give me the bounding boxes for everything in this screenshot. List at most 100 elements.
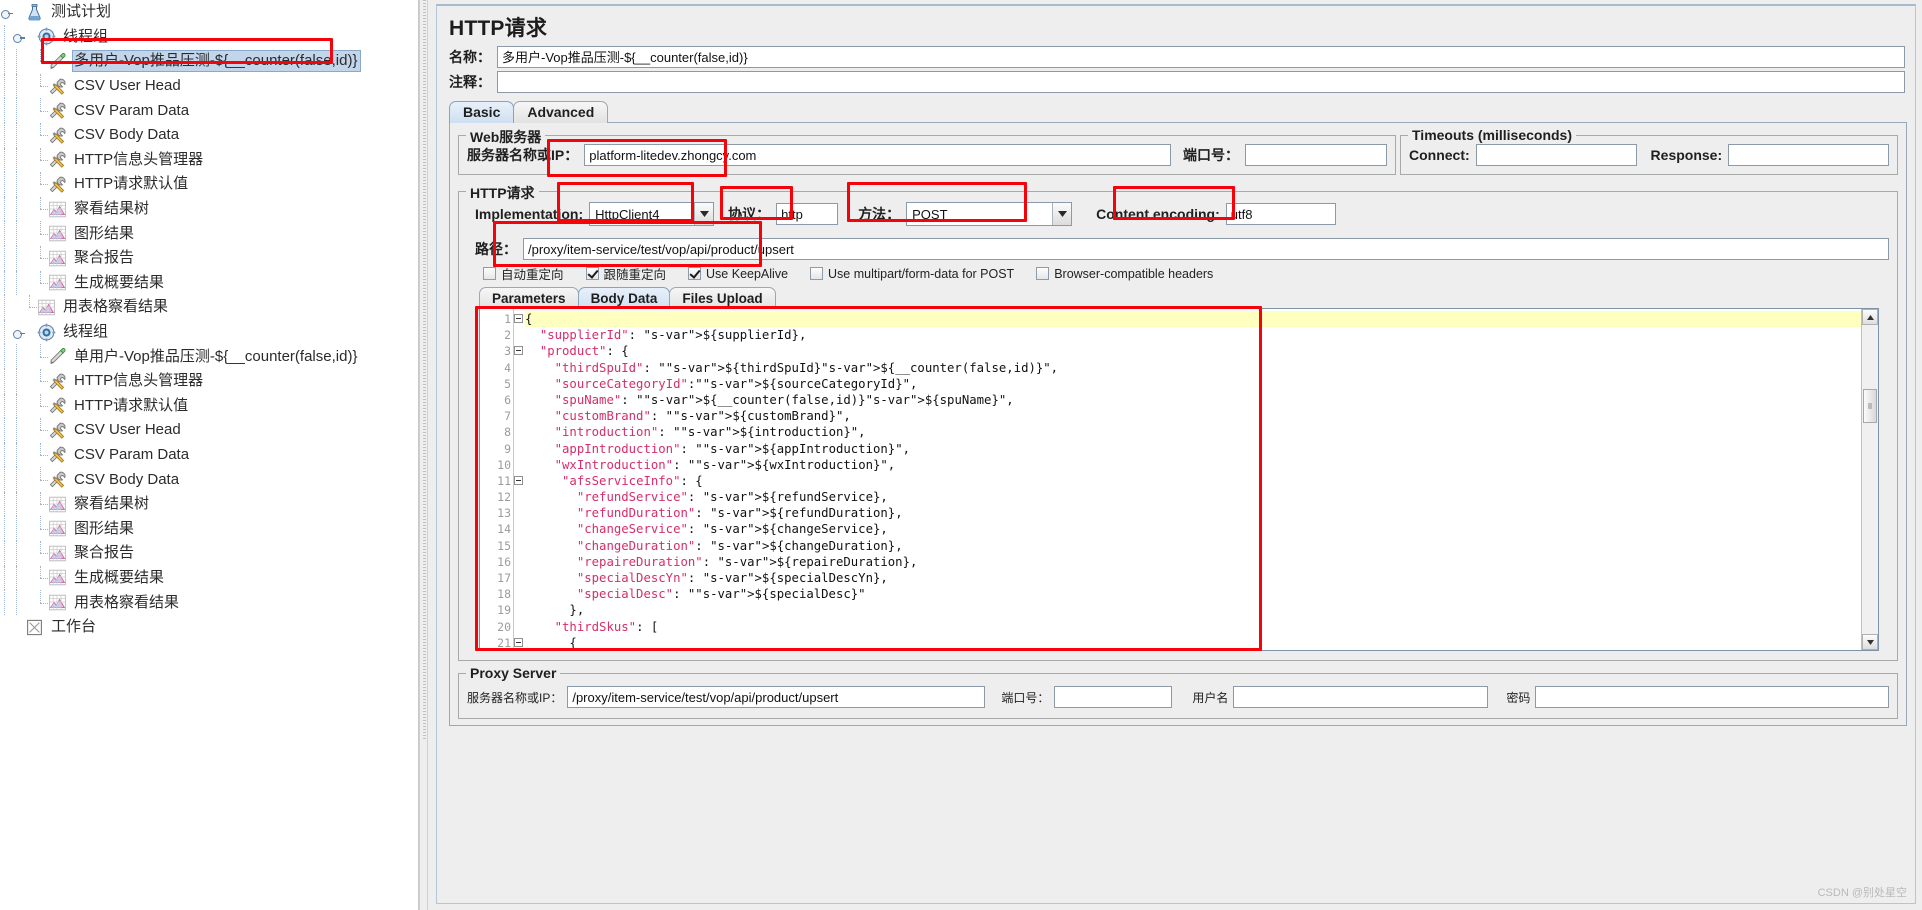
tree-item-16[interactable]: HTTP请求默认值 xyxy=(0,393,418,419)
tree-expand-toggle[interactable] xyxy=(12,327,25,339)
tree-expand-toggle[interactable] xyxy=(0,7,13,19)
body-data-editor[interactable]: 1 2 3 4 5 6 7 8 9 10 11 12 13 14 15 16 17 18 19 20 21 { "sup… xyxy=(479,308,1879,651)
tree-item-9[interactable]: 图形结果 xyxy=(0,221,418,246)
tree-indent xyxy=(12,221,24,246)
chevron-down-icon[interactable] xyxy=(1052,203,1072,225)
tree-item-25[interactable]: 工作台 xyxy=(0,615,418,640)
tree-indent xyxy=(12,270,24,296)
test-plan-tree[interactable]: 测试计划 线程组 多用户-Vop推品压测-${__counter(false,id)… xyxy=(0,0,419,910)
tree-item-1[interactable]: 线程组 xyxy=(0,24,418,50)
csv-config-icon xyxy=(48,372,67,391)
test-plan-icon xyxy=(25,3,44,22)
tree-item-15[interactable]: HTTP信息头管理器 xyxy=(0,368,418,394)
tree-indent xyxy=(0,368,12,394)
tree-item-6[interactable]: HTTP信息头管理器 xyxy=(0,147,418,173)
scroll-up-arrow[interactable] xyxy=(1862,309,1878,325)
tree-branch-line xyxy=(36,49,48,74)
server-host-input[interactable]: platform-litedev.zhongcy.com xyxy=(584,144,1171,166)
path-input[interactable]: /proxy/item-service/test/vop/api/product… xyxy=(523,238,1889,260)
checkbox-option-3[interactable]: Use multipart/form-data for POST xyxy=(810,267,1014,281)
proxy-server-group: Proxy Server 服务器名称或IP： /proxy/item-servi… xyxy=(458,665,1898,719)
tree-indent xyxy=(0,467,12,492)
body-tabstrip[interactable]: Parameters Body Data Files Upload xyxy=(479,286,1889,309)
tree-item-label: HTTP信息头管理器 xyxy=(74,150,204,168)
tree-item-label: 生成概要结果 xyxy=(74,273,165,291)
protocol-input[interactable]: http xyxy=(776,203,839,225)
line-number: 6 xyxy=(504,392,511,407)
tree-item-11[interactable]: 生成概要结果 xyxy=(0,270,418,296)
main-tabstrip[interactable]: Basic Advanced xyxy=(449,99,1915,123)
checkbox-unchecked-icon[interactable] xyxy=(1036,267,1050,280)
proxy-port-input[interactable] xyxy=(1054,686,1173,708)
tree-item-24[interactable]: 用表格察看结果 xyxy=(0,590,418,615)
http-sampler-icon xyxy=(48,52,67,71)
tree-item-5[interactable]: CSV Body Data xyxy=(0,122,418,148)
method-combo[interactable]: POST xyxy=(906,202,1073,226)
checkbox-label: 自动重定向 xyxy=(501,268,564,282)
proxy-user-input[interactable] xyxy=(1233,686,1489,708)
tree-branch-line xyxy=(36,245,48,271)
content-encoding-input[interactable]: utf8 xyxy=(1225,203,1336,225)
tree-item-17[interactable]: CSV User Head xyxy=(0,418,418,443)
proxy-password-input[interactable] xyxy=(1535,686,1889,708)
name-input[interactable]: 多用户-Vop推品压测-${__counter(false,id)} xyxy=(497,46,1905,68)
listener-icon xyxy=(48,519,67,538)
editor-code-content[interactable]: { "supplierId": "s-var">${supplierId}, "… xyxy=(525,309,1861,650)
tree-item-23[interactable]: 生成概要结果 xyxy=(0,565,418,591)
tree-item-19[interactable]: CSV Body Data xyxy=(0,467,418,492)
tree-branch-line xyxy=(36,565,48,591)
tab-basic[interactable]: Basic xyxy=(449,101,515,123)
panel-splitter[interactable] xyxy=(419,0,428,910)
tree-indent xyxy=(0,172,12,197)
tree-item-8[interactable]: 察看结果树 xyxy=(0,196,418,222)
tab-body-data[interactable]: Body Data xyxy=(577,287,671,309)
tree-item-7[interactable]: HTTP请求默认值 xyxy=(0,172,418,197)
scroll-down-arrow[interactable] xyxy=(1862,634,1878,650)
tree-item-2[interactable]: 多用户-Vop推品压测-${__counter(false,id)} xyxy=(0,49,418,74)
tree-item-4[interactable]: CSV Param Data xyxy=(0,98,418,123)
checkbox-checked-icon[interactable] xyxy=(585,267,599,280)
checkbox-option-1[interactable]: 跟随重定向 xyxy=(585,264,666,283)
tree-item-10[interactable]: 聚合报告 xyxy=(0,245,418,271)
tree-item-20[interactable]: 察看结果树 xyxy=(0,491,418,517)
response-timeout-label: Response: xyxy=(1650,147,1723,163)
line-number: 17 xyxy=(497,571,511,585)
web-server-row: 服务器名称或IP： platform-litedev.zhongcy.com 端… xyxy=(467,144,1387,166)
csv-config-icon xyxy=(48,396,67,415)
tree-item-21[interactable]: 图形结果 xyxy=(0,516,418,541)
tree-item-14[interactable]: 单用户-Vop推品压测-${__counter(false,id)} xyxy=(0,344,418,369)
tree-item-22[interactable]: 聚合报告 xyxy=(0,541,418,566)
server-port-input[interactable] xyxy=(1245,144,1387,166)
tree-expand-toggle[interactable] xyxy=(12,31,25,44)
comment-input[interactable] xyxy=(497,71,1905,93)
tree-item-12[interactable]: 用表格察看结果 xyxy=(0,295,418,320)
connect-timeout-input[interactable] xyxy=(1475,144,1637,166)
tab-advanced[interactable]: Advanced xyxy=(513,101,609,123)
tree-item-13[interactable]: 线程组 xyxy=(0,319,418,345)
code-fold-toggle-icon[interactable] xyxy=(514,475,523,485)
code-fold-toggle-icon[interactable] xyxy=(514,637,523,647)
implementation-combo[interactable]: HttpClient4 xyxy=(589,202,715,226)
tree-item-0[interactable]: 测试计划 xyxy=(0,0,418,25)
checkbox-option-2[interactable]: Use KeepAlive xyxy=(688,267,788,281)
proxy-host-input[interactable]: /proxy/item-service/test/vop/api/product… xyxy=(567,686,986,708)
code-fold-toggle-icon[interactable] xyxy=(514,346,523,356)
tree-item-3[interactable]: CSV User Head xyxy=(0,73,418,99)
code-fold-toggle-icon[interactable] xyxy=(514,314,523,323)
editor-vertical-scrollbar[interactable] xyxy=(1861,309,1878,650)
checkbox-option-0[interactable]: 自动重定向 xyxy=(483,264,564,283)
tab-parameters[interactable]: Parameters xyxy=(479,287,579,309)
tree-indent xyxy=(0,565,12,591)
tree-item-18[interactable]: CSV Param Data xyxy=(0,442,418,468)
checkbox-checked-icon[interactable] xyxy=(688,267,702,280)
response-timeout-input[interactable] xyxy=(1728,144,1889,166)
checkbox-option-4[interactable]: Browser-compatible headers xyxy=(1036,267,1213,281)
chevron-down-icon[interactable] xyxy=(694,203,714,225)
code-line: "product": { xyxy=(539,344,629,359)
checkbox-unchecked-icon[interactable] xyxy=(810,267,824,280)
tab-files-upload[interactable]: Files Upload xyxy=(669,287,776,309)
checkbox-unchecked-icon[interactable] xyxy=(483,267,496,280)
line-number: 19 xyxy=(497,603,511,618)
scrollbar-thumb[interactable] xyxy=(1863,389,1877,423)
